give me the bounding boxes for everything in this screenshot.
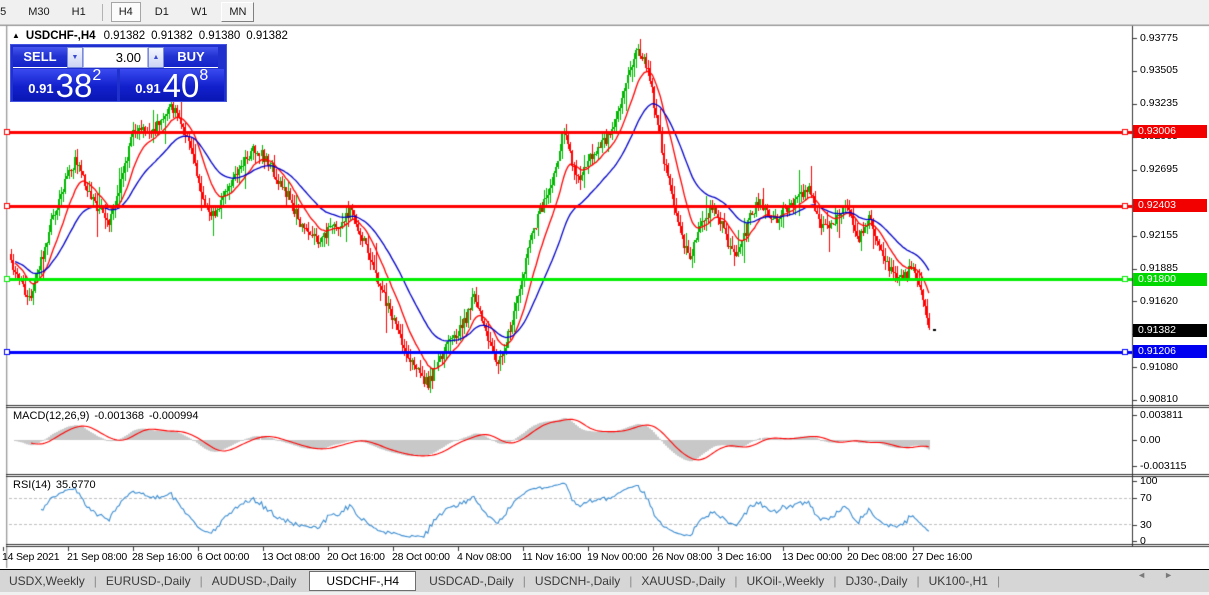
price-marker-hline-green: 0.91800 [1133,272,1207,286]
rsi-name: RSI(14) [13,479,51,491]
price-axis-tick: 0.90810 [1140,393,1178,406]
toolbar-divider [101,3,103,21]
ohlc-open: 0.91382 [103,30,146,42]
rsi-axis-tick: 0 [1140,534,1146,547]
sell-price-pips: 38 [55,67,93,104]
chart-tab[interactable]: USDCAD-,Daily [420,574,523,588]
time-axis-label: 26 Nov 08:00 [652,551,713,563]
time-axis-label: 21 Sep 08:00 [67,551,128,563]
rsi-indicator-label: RSI(14) 35.6770 [13,479,101,491]
macd-name: MACD(12,26,9) [13,410,90,422]
time-axis-label: 4 Nov 08:00 [457,551,512,563]
timeframe-d1[interactable]: D1 [147,3,177,21]
macd-signal-value: -0.000994 [148,410,199,422]
price-axis-tick: 0.92155 [1140,229,1178,242]
price-marker-hline-red-upper: 0.93006 [1133,125,1207,139]
timeframe-toolbar: 15 M30 H1 H4 D1 W1 MN [0,0,1209,25]
macd-axis-tick: 0.003811 [1140,408,1184,421]
ohlc-close: 0.91382 [246,30,288,42]
tab-scroll-arrows: ◄► [1137,570,1191,580]
chart-tab[interactable]: DJ30-,Daily [836,574,916,588]
time-axis-label: 11 Nov 16:00 [522,551,582,563]
sell-price-display[interactable]: 0.91 38 2 [13,67,117,104]
timeframe-h4[interactable]: H4 [110,2,141,22]
chart-tab[interactable]: EURUSD-,Daily [97,574,200,588]
time-axis-label: 3 Dec 16:00 [717,551,772,563]
time-axis-label: 19 Nov 00:00 [587,551,648,563]
timeframe-m30[interactable]: M30 [20,3,57,21]
time-axis-label: 20 Oct 16:00 [327,551,385,563]
rsi-axis-tick: 100 [1140,474,1158,487]
time-axis-label: 6 Oct 00:00 [197,551,250,563]
chart-tab-bar: USDX,Weekly | EURUSD-,Daily | AUDUSD-,Daily U… [0,569,1209,592]
time-axis-label: 28 Oct 00:00 [392,551,450,563]
macd-axis-tick: -0.003115 [1140,459,1187,472]
price-marker-hline-red-lower: 0.92403 [1133,199,1207,212]
chart-tab[interactable]: USDCNH-,Daily [526,574,629,588]
price-axis-tick: 0.91620 [1140,294,1178,307]
tab-scroll-left-icon[interactable]: ◄ [1137,570,1164,580]
tab-scroll-right-icon[interactable]: ► [1164,570,1191,580]
sell-price-point: 2 [92,67,102,84]
buy-price-prefix: 0.91 [135,81,161,96]
price-marker-hline-blue: 0.91206 [1133,345,1207,359]
chart-tab[interactable]: AUDUSD-,Daily [203,574,306,588]
volume-decrease-icon[interactable]: ▼ [67,47,83,68]
time-axis-label: 27 Dec 16:00 [912,551,973,563]
price-axis-tick: 0.93235 [1140,97,1178,110]
ohlc-high: 0.91382 [151,30,193,42]
timeframe-h1[interactable]: H1 [64,3,94,21]
rsi-axis-tick: 70 [1140,491,1152,504]
timeframe-w1[interactable]: W1 [183,3,216,21]
mt4-window: 15M30H1H4D1W1MN ▲USDCHF-,H40.913820.9138… [0,0,1209,595]
buy-button[interactable]: BUY [164,47,218,68]
volume-increase-icon[interactable]: ▲ [148,47,164,68]
chart-tab[interactable]: USDX,Weekly [0,574,94,588]
chart-symbol-title: USDCHF-,H4 [25,30,96,42]
timeframe-mn[interactable]: MN [221,2,255,22]
price-axis-tick: 0.92695 [1140,163,1178,176]
ohlc-low: 0.91380 [198,30,241,42]
chart-tab[interactable]: UKOil-,Weekly [738,574,834,588]
price-marker-current-bid: 0.91382 [1133,323,1207,337]
rsi-axis-tick: 30 [1140,518,1152,531]
sell-button[interactable]: SELL [13,47,67,68]
rsi-value: 35.6770 [55,479,96,491]
price-axis-tick: 0.91080 [1140,360,1178,373]
buy-price-display[interactable]: 0.91 40 8 [119,67,224,104]
buy-price-pips: 40 [162,67,200,104]
chart-tab[interactable]: XAUUSD-,Daily [632,574,734,588]
volume-input[interactable] [83,47,148,68]
collapse-chart-icon[interactable]: ▲ [12,31,20,40]
timeframe-15[interactable]: 15 [0,3,14,21]
price-axis-tick: 0.93775 [1140,31,1178,44]
tab-separator: | [996,574,1001,588]
sell-price-prefix: 0.91 [28,81,54,96]
one-click-trading-panel: SELL ▼ ▲ BUY 0.91 38 2 0.91 40 8 [10,44,227,102]
time-axis-label: 20 Dec 08:00 [847,551,908,563]
chart-info-line: ▲ USDCHF-,H4 0.91382 0.91382 0.91380 0.91382 [12,30,294,42]
price-axis-tick: 0.93505 [1140,64,1178,77]
chart-tab[interactable]: UK100-,H1 [920,574,997,588]
buy-price-point: 8 [199,67,209,84]
macd-indicator-label: MACD(12,26,9) -0.001368 -0.000994 [13,410,204,422]
time-axis-label: 28 Sep 16:00 [132,551,193,563]
time-axis-label: 13 Oct 08:00 [262,551,320,563]
chart-tab[interactable]: USDCHF-,H4 [309,571,417,591]
macd-axis-tick: 0.00 [1140,433,1161,446]
time-axis-label: 14 Sep 2021 [2,551,60,563]
macd-main-value: -0.001368 [94,410,144,422]
time-axis-label: 13 Dec 00:00 [782,551,843,563]
